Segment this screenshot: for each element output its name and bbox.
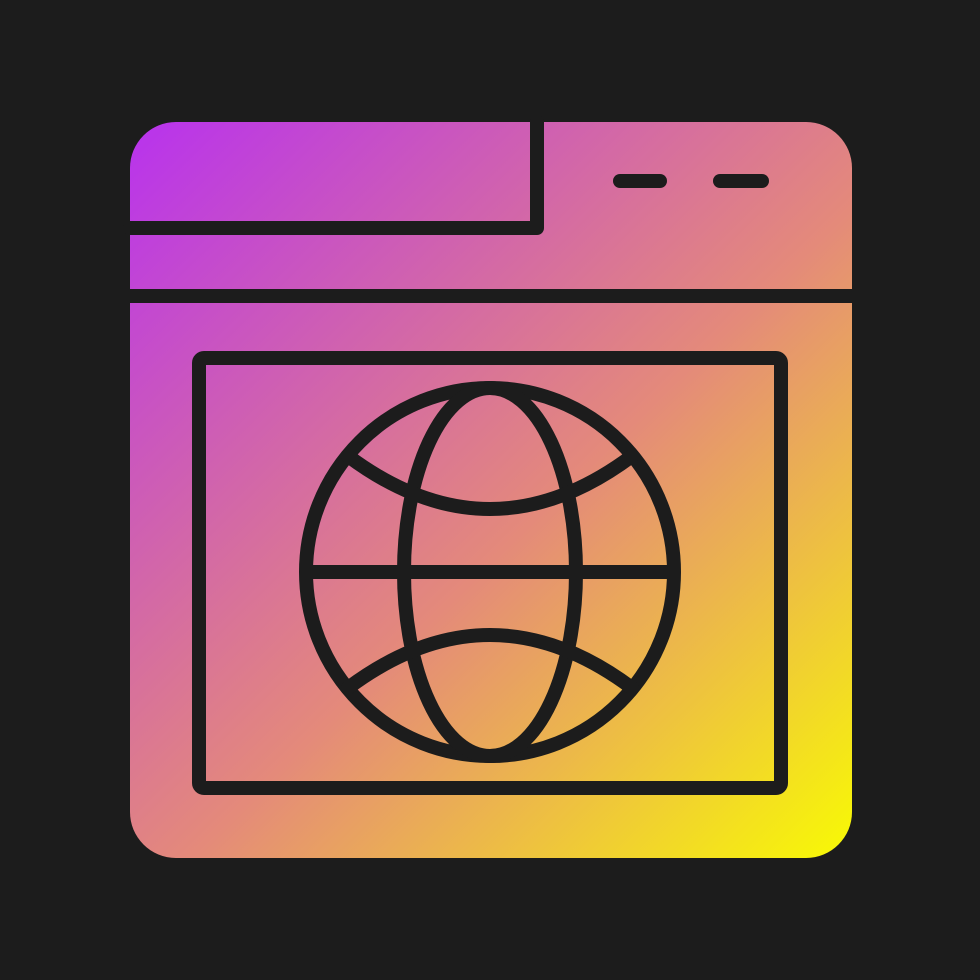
icon-canvas: [0, 0, 980, 980]
web-browser-globe-icon: [0, 0, 980, 980]
